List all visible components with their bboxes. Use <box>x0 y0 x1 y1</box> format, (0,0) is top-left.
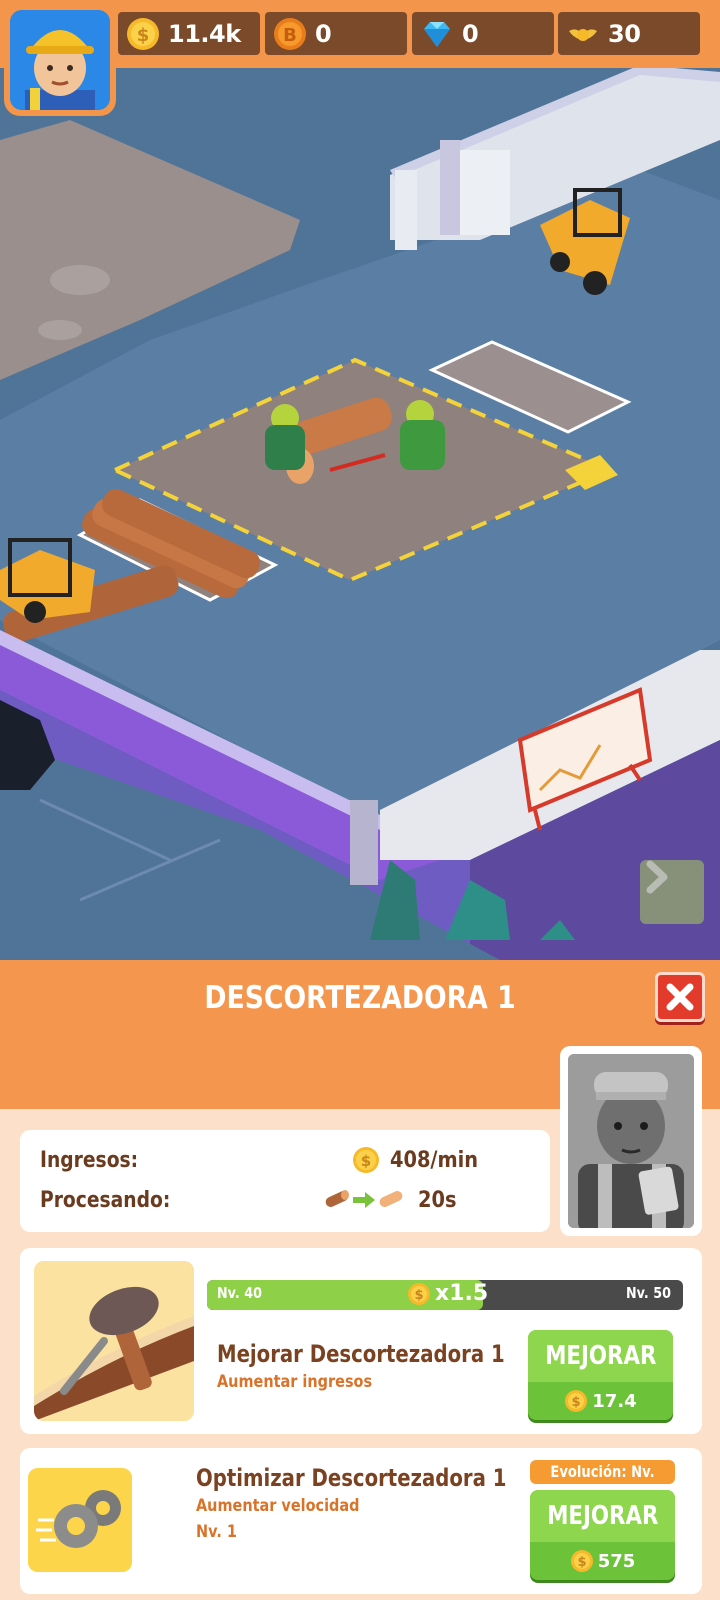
svg-text:B: B <box>283 25 297 46</box>
upgrade-button-label: MEJORAR <box>546 1501 659 1531</box>
manager-portrait <box>568 1054 694 1228</box>
svg-text:$: $ <box>572 1395 581 1410</box>
multiplier-badge: $ x1.5 <box>407 1281 488 1306</box>
bitcoin-value: 0 <box>315 19 332 48</box>
player-avatar-button[interactable] <box>4 4 116 116</box>
bitcoin-icon: B <box>274 17 306 50</box>
avatar <box>10 10 110 110</box>
bitcoin-counter[interactable]: B 0 <box>265 12 407 55</box>
income-label: Ingresos: <box>40 1148 139 1173</box>
level-start-label: Nv. 40 <box>216 1284 262 1302</box>
svg-text:$: $ <box>361 1152 371 1170</box>
svg-text:$: $ <box>577 1555 586 1570</box>
next-area-button[interactable] <box>640 860 704 924</box>
coin-icon: $ <box>570 1550 593 1572</box>
level-end-label: Nv. 50 <box>626 1284 672 1302</box>
evolution-badge: Evolución: Nv. 25 <box>530 1460 675 1505</box>
hammer-icon <box>34 1261 194 1421</box>
processing-label: Procesando: <box>40 1188 171 1213</box>
svg-text:$: $ <box>414 1288 423 1303</box>
income-info-card: Ingresos: $ 408/min Procesando: 20s <box>20 1130 550 1232</box>
upgrade-title: Mejorar Descortezadora 1 <box>217 1340 505 1368</box>
upgrade-income-card: Nv. 40 Nv. 50 $ x1.5 Mejorar Descortezad… <box>20 1248 702 1434</box>
rank-badge-counter[interactable]: 30 <box>558 12 700 55</box>
gears-icon <box>28 1468 132 1572</box>
coin-icon: $ <box>565 1390 588 1412</box>
machine-detail-panel: DESCORTEZADORA 1 Ingresos: $ 408/min Pro… <box>0 960 720 1600</box>
close-button[interactable] <box>655 972 705 1022</box>
upgrade-income-button[interactable]: MEJORAR $ 17.4 <box>528 1330 673 1420</box>
upgrade-cost: 17.4 <box>592 1390 637 1412</box>
wings-badge-icon <box>569 28 597 41</box>
level-progress-bar: Nv. 40 Nv. 50 $ x1.5 <box>207 1280 683 1310</box>
rank-value: 30 <box>608 19 641 48</box>
gem-icon <box>424 21 450 47</box>
gears-thumbnail <box>28 1468 132 1572</box>
game-scene[interactable] <box>0 0 720 960</box>
manager-portrait-card[interactable] <box>560 1046 702 1236</box>
panel-title: DESCORTEZADORA 1 <box>204 980 516 1016</box>
upgrade-button-label: MEJORAR <box>544 1341 657 1371</box>
upgrade-speed-card: Evolución: Nv. 25 Optimizar Descortezado… <box>20 1448 702 1594</box>
processing-value: 20s <box>418 1188 457 1213</box>
coin-icon: $ <box>127 17 159 50</box>
optimize-subtitle: Aumentar velocidad <box>196 1496 360 1516</box>
upgrade-speed-button[interactable]: MEJORAR $ 575 <box>530 1490 675 1580</box>
coin-icon: $ <box>408 1282 430 1305</box>
optimize-level: Nv. 1 <box>196 1522 237 1542</box>
upgrade-subtitle: Aumentar ingresos <box>217 1372 373 1392</box>
coins-value: 11.4k <box>168 19 241 48</box>
gems-counter[interactable]: 0 <box>412 12 554 55</box>
multiplier-value: x1.5 <box>435 1281 489 1306</box>
factory-floor-illustration <box>0 0 720 960</box>
log-to-plank-icon <box>325 1190 403 1208</box>
gems-value: 0 <box>462 19 479 48</box>
chevron-right-icon <box>646 860 668 894</box>
income-value: 408/min <box>390 1148 479 1173</box>
optimize-cost: 575 <box>597 1550 636 1572</box>
coins-counter[interactable]: $ 11.4k <box>118 12 260 55</box>
coin-icon: $ <box>353 1147 379 1173</box>
svg-text:$: $ <box>137 25 150 46</box>
optimize-title: Optimizar Descortezadora 1 <box>196 1464 507 1492</box>
hammer-chisel-thumbnail <box>34 1261 194 1421</box>
close-icon <box>666 983 694 1011</box>
